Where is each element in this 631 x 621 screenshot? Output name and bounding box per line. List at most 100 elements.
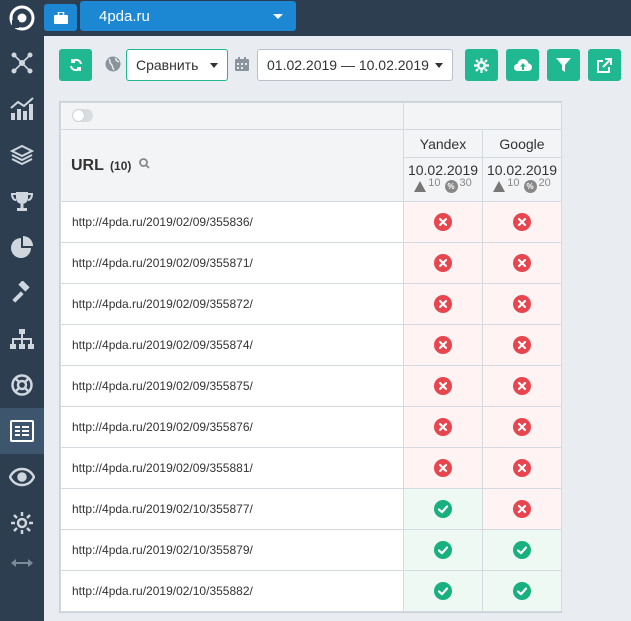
url-cell[interactable]: http://4pda.ru/2019/02/10/355877/: [60, 488, 404, 530]
export-button[interactable]: [588, 49, 621, 81]
url-cell[interactable]: http://4pda.ru/2019/02/09/355871/: [60, 242, 404, 284]
url-count: (10): [110, 158, 132, 173]
error-circle-icon: [434, 253, 452, 272]
check-circle-icon: [434, 499, 452, 518]
top-bar: 4pda.ru: [44, 0, 631, 36]
chevron-down-icon: [210, 63, 218, 68]
search-icon[interactable]: [138, 157, 150, 169]
table-row: http://4pda.ru/2019/02/09/355836/: [60, 201, 562, 243]
eye-icon[interactable]: [0, 454, 44, 500]
table-row: http://4pda.ru/2019/02/10/355882/: [60, 570, 562, 612]
compare-select[interactable]: Сравнить: [126, 49, 228, 81]
table-row: http://4pda.ru/2019/02/10/355877/: [60, 488, 562, 530]
google-status-cell: [482, 201, 562, 243]
chevron-down-icon: [273, 14, 283, 19]
error-circle-icon: [513, 253, 531, 272]
report-list-icon[interactable]: [0, 408, 44, 454]
google-status-cell: [482, 283, 562, 325]
google-status-cell: [482, 324, 562, 366]
briefcase-button[interactable]: [44, 4, 77, 31]
expand-arrows-icon[interactable]: [0, 540, 44, 586]
check-circle-icon: [513, 540, 531, 559]
sitemap-icon[interactable]: [0, 316, 44, 362]
google-status-cell: [482, 406, 562, 448]
table-row: http://4pda.ru/2019/02/09/355874/: [60, 324, 562, 366]
engine-header-google: Google: [482, 129, 562, 158]
view-toggle[interactable]: [72, 109, 93, 123]
stats-chart-icon[interactable]: [0, 86, 44, 132]
results-table: URL (10) Yandex Google 10.02.2019 10 % 30…: [59, 101, 562, 613]
engine-meta-google: 10.02.2019 10 % 20: [482, 157, 562, 202]
google-status-cell: [482, 242, 562, 284]
error-circle-icon: [513, 376, 531, 395]
url-cell[interactable]: http://4pda.ru/2019/02/10/355879/: [60, 529, 404, 571]
url-header-label: URL: [71, 156, 104, 174]
google-status-cell: [482, 447, 562, 489]
table-row: http://4pda.ru/2019/02/09/355871/: [60, 242, 562, 284]
yandex-status-cell: [403, 283, 483, 325]
url-cell[interactable]: http://4pda.ru/2019/02/10/355882/: [60, 570, 404, 612]
trophy-icon[interactable]: [0, 178, 44, 224]
error-circle-icon: [513, 499, 531, 518]
site-selector-label: 4pda.ru: [99, 7, 150, 25]
check-circle-icon: [434, 540, 452, 559]
url-cell[interactable]: http://4pda.ru/2019/02/09/355876/: [60, 406, 404, 448]
lifebuoy-icon[interactable]: [0, 362, 44, 408]
google-status-cell: [482, 365, 562, 407]
cloud-upload-icon: [513, 58, 532, 71]
filter-button[interactable]: [547, 49, 580, 81]
table-row: http://4pda.ru/2019/02/09/355875/: [60, 365, 562, 407]
percent-icon: %: [523, 180, 537, 193]
yandex-status-cell: [403, 570, 483, 612]
error-circle-icon: [513, 212, 531, 231]
briefcase-icon: [53, 11, 68, 24]
yandex-status-cell: [403, 488, 483, 530]
warning-icon: [414, 181, 427, 192]
engine-meta-yandex: 10.02.2019 10 % 30: [403, 157, 483, 202]
yandex-status-cell: [403, 406, 483, 448]
site-selector[interactable]: 4pda.ru: [80, 1, 296, 31]
table-row: http://4pda.ru/2019/02/09/355872/: [60, 283, 562, 325]
upload-button[interactable]: [506, 49, 539, 81]
warn-count: 10: [428, 176, 441, 189]
yandex-status-cell: [403, 447, 483, 489]
toolbar: Сравнить 01.02.2019 — 10.02.2019: [44, 36, 631, 92]
layers-icon[interactable]: [0, 132, 44, 178]
table-row: http://4pda.ru/2019/02/10/355879/: [60, 529, 562, 571]
refresh-button[interactable]: [59, 49, 92, 81]
warning-icon: [493, 181, 506, 192]
settings-button[interactable]: [465, 49, 498, 81]
error-circle-icon: [434, 376, 452, 395]
percent-icon: %: [444, 180, 458, 193]
compare-select-label: Сравнить: [136, 57, 199, 73]
google-status-cell: [482, 529, 562, 571]
export-icon: [597, 57, 612, 73]
yandex-status-cell: [403, 365, 483, 407]
toggle-cell: [60, 102, 404, 130]
calendar-icon: [235, 57, 249, 76]
error-circle-icon: [513, 458, 531, 477]
error-circle-icon: [434, 212, 452, 231]
logo-icon[interactable]: [0, 0, 44, 36]
network-icon[interactable]: [0, 40, 44, 86]
error-circle-icon: [434, 458, 452, 477]
url-cell[interactable]: http://4pda.ru/2019/02/09/355872/: [60, 283, 404, 325]
error-circle-icon: [513, 294, 531, 313]
gear-icon: [474, 57, 489, 73]
chevron-down-icon: [435, 63, 443, 68]
percent-count: 20: [538, 176, 551, 189]
error-circle-icon: [513, 335, 531, 354]
date-range-select[interactable]: 01.02.2019 — 10.02.2019: [257, 49, 453, 81]
yandex-status-cell: [403, 242, 483, 284]
url-cell[interactable]: http://4pda.ru/2019/02/09/355875/: [60, 365, 404, 407]
url-cell[interactable]: http://4pda.ru/2019/02/09/355836/: [60, 201, 404, 243]
google-status-cell: [482, 570, 562, 612]
percent-count: 30: [459, 176, 472, 189]
url-cell[interactable]: http://4pda.ru/2019/02/09/355874/: [60, 324, 404, 366]
pie-chart-icon[interactable]: [0, 224, 44, 270]
yandex-status-cell: [403, 324, 483, 366]
error-circle-icon: [513, 417, 531, 436]
gavel-icon[interactable]: [0, 270, 44, 316]
url-cell[interactable]: http://4pda.ru/2019/02/09/355881/: [60, 447, 404, 489]
check-circle-icon: [513, 581, 531, 600]
